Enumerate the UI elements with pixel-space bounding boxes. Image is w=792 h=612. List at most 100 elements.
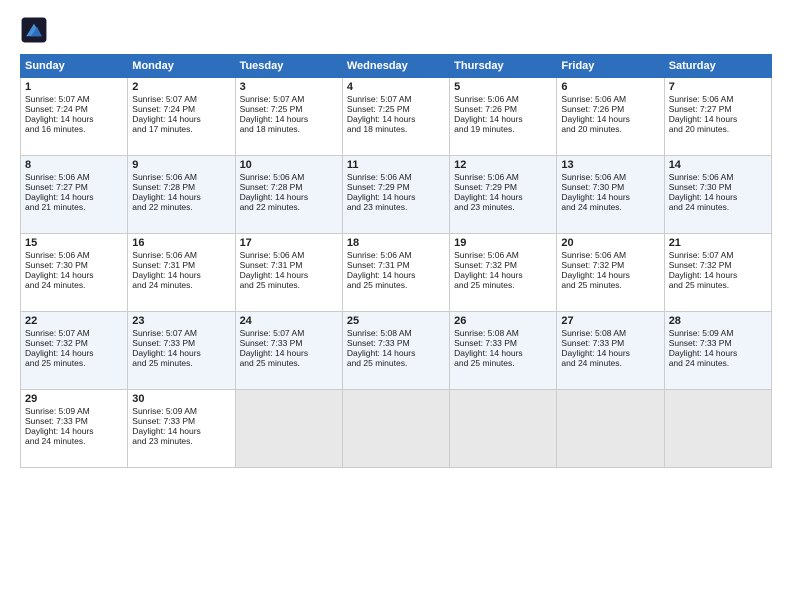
cell-line: Sunset: 7:28 PM	[240, 182, 338, 192]
cell-line: Sunset: 7:29 PM	[454, 182, 552, 192]
cell-line: Sunrise: 5:07 AM	[240, 94, 338, 104]
cell-line: Sunset: 7:27 PM	[25, 182, 123, 192]
cell-line: and 25 minutes.	[454, 358, 552, 368]
day-number: 30	[132, 393, 230, 405]
cell-line: Daylight: 14 hours	[454, 348, 552, 358]
calendar-cell: 25Sunrise: 5:08 AMSunset: 7:33 PMDayligh…	[342, 312, 449, 390]
day-number: 13	[561, 159, 659, 171]
calendar-week-row: 8 Sunrise: 5:06 AM Sunset: 7:27 PM Daylight…	[21, 156, 772, 234]
cell-line: Sunrise: 5:09 AM	[25, 406, 123, 416]
cell-line: Daylight: 14 hours	[669, 348, 767, 358]
cell-line: and 18 minutes.	[240, 124, 338, 134]
weekday-header: Wednesday	[342, 55, 449, 78]
cell-line: Sunrise: 5:07 AM	[669, 250, 767, 260]
cell-line: and 24 minutes.	[561, 202, 659, 212]
calendar-cell: 7Sunrise: 5:06 AMSunset: 7:27 PMDaylight…	[664, 78, 771, 156]
day-number: 19	[454, 237, 552, 249]
cell-line: Daylight: 14 hours	[132, 348, 230, 358]
cell-line: Sunrise: 5:06 AM	[240, 250, 338, 260]
cell-line: Sunrise: 5:08 AM	[347, 328, 445, 338]
day-number: 5	[454, 81, 552, 93]
cell-line: Daylight: 14 hours	[132, 270, 230, 280]
calendar-cell: 9Sunrise: 5:06 AMSunset: 7:28 PMDaylight…	[128, 156, 235, 234]
cell-line: Sunset: 7:25 PM	[347, 104, 445, 114]
calendar-cell: 10Sunrise: 5:06 AMSunset: 7:28 PMDayligh…	[235, 156, 342, 234]
day-number: 6	[561, 81, 659, 93]
cell-line: Daylight: 14 hours	[669, 192, 767, 202]
cell-line: and 21 minutes.	[25, 202, 123, 212]
cell-line: and 25 minutes.	[669, 280, 767, 290]
cell-line: Sunset: 7:33 PM	[669, 338, 767, 348]
day-number: 27	[561, 315, 659, 327]
calendar-cell: 5Sunrise: 5:06 AMSunset: 7:26 PMDaylight…	[450, 78, 557, 156]
cell-line: Daylight: 14 hours	[669, 270, 767, 280]
cell-line: and 19 minutes.	[454, 124, 552, 134]
cell-line: Sunset: 7:30 PM	[25, 260, 123, 270]
cell-line: and 25 minutes.	[25, 358, 123, 368]
day-number: 24	[240, 315, 338, 327]
cell-line: Daylight: 14 hours	[240, 270, 338, 280]
cell-line: Sunrise: 5:06 AM	[347, 172, 445, 182]
calendar-cell: 21Sunrise: 5:07 AMSunset: 7:32 PMDayligh…	[664, 234, 771, 312]
cell-line: Daylight: 14 hours	[561, 348, 659, 358]
cell-line: Daylight: 14 hours	[561, 192, 659, 202]
cell-line: Daylight: 14 hours	[132, 192, 230, 202]
cell-line: Daylight: 14 hours	[25, 270, 123, 280]
cell-line: Daylight: 14 hours	[347, 192, 445, 202]
cell-line: Daylight: 14 hours	[132, 114, 230, 124]
cell-line: Daylight: 14 hours	[347, 348, 445, 358]
cell-line: Daylight: 14 hours	[240, 114, 338, 124]
calendar-cell: 2Sunrise: 5:07 AMSunset: 7:24 PMDaylight…	[128, 78, 235, 156]
day-number: 18	[347, 237, 445, 249]
cell-line: and 25 minutes.	[240, 358, 338, 368]
calendar-cell: 4Sunrise: 5:07 AMSunset: 7:25 PMDaylight…	[342, 78, 449, 156]
day-number: 3	[240, 81, 338, 93]
cell-line: Sunrise: 5:08 AM	[454, 328, 552, 338]
day-number: 21	[669, 237, 767, 249]
cell-line: Daylight: 14 hours	[25, 348, 123, 358]
calendar-cell: 19Sunrise: 5:06 AMSunset: 7:32 PMDayligh…	[450, 234, 557, 312]
calendar-cell	[557, 390, 664, 468]
logo-icon	[20, 16, 48, 44]
weekday-header: Tuesday	[235, 55, 342, 78]
calendar-cell: 14Sunrise: 5:06 AMSunset: 7:30 PMDayligh…	[664, 156, 771, 234]
day-number: 20	[561, 237, 659, 249]
cell-line: Sunset: 7:33 PM	[561, 338, 659, 348]
cell-line: Sunset: 7:24 PM	[132, 104, 230, 114]
day-number: 25	[347, 315, 445, 327]
cell-line: and 23 minutes.	[132, 436, 230, 446]
calendar-cell: 17Sunrise: 5:06 AMSunset: 7:31 PMDayligh…	[235, 234, 342, 312]
cell-line: Daylight: 14 hours	[347, 114, 445, 124]
cell-line: Sunset: 7:27 PM	[669, 104, 767, 114]
calendar-week-row: 1Sunrise: 5:07 AMSunset: 7:24 PMDaylight…	[21, 78, 772, 156]
calendar-cell: 18Sunrise: 5:06 AMSunset: 7:31 PMDayligh…	[342, 234, 449, 312]
calendar-cell: 30Sunrise: 5:09 AMSunset: 7:33 PMDayligh…	[128, 390, 235, 468]
cell-line: and 16 minutes.	[25, 124, 123, 134]
cell-line: Daylight: 14 hours	[454, 114, 552, 124]
calendar-cell	[450, 390, 557, 468]
day-number: 2	[132, 81, 230, 93]
calendar-body: 1Sunrise: 5:07 AMSunset: 7:24 PMDaylight…	[21, 78, 772, 468]
cell-line: Sunrise: 5:06 AM	[132, 172, 230, 182]
cell-line: Sunset: 7:30 PM	[669, 182, 767, 192]
cell-line: Sunrise: 5:07 AM	[347, 94, 445, 104]
cell-line: Sunset: 7:33 PM	[132, 416, 230, 426]
cell-line: and 25 minutes.	[132, 358, 230, 368]
day-number: 16	[132, 237, 230, 249]
day-number: 8	[25, 159, 123, 171]
cell-line: Sunrise: 5:06 AM	[561, 94, 659, 104]
calendar-cell: 13Sunrise: 5:06 AMSunset: 7:30 PMDayligh…	[557, 156, 664, 234]
calendar-cell: 12Sunrise: 5:06 AMSunset: 7:29 PMDayligh…	[450, 156, 557, 234]
day-number: 12	[454, 159, 552, 171]
cell-line: Daylight: 14 hours	[240, 348, 338, 358]
weekday-header: Saturday	[664, 55, 771, 78]
cell-line: Daylight: 14 hours	[669, 114, 767, 124]
cell-line: Sunrise: 5:09 AM	[669, 328, 767, 338]
cell-line: Daylight: 14 hours	[25, 426, 123, 436]
page: SundayMondayTuesdayWednesdayThursdayFrid…	[0, 0, 792, 612]
cell-line: and 20 minutes.	[561, 124, 659, 134]
day-number: 11	[347, 159, 445, 171]
calendar-cell: 3Sunrise: 5:07 AMSunset: 7:25 PMDaylight…	[235, 78, 342, 156]
cell-line: Sunset: 7:31 PM	[240, 260, 338, 270]
cell-line: Daylight: 14 hours	[132, 426, 230, 436]
